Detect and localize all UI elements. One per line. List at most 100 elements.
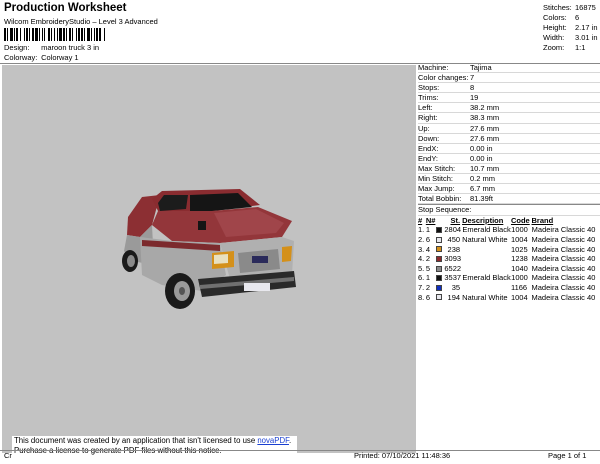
property-label: Up: [418, 123, 430, 133]
thread-brand: Madeira Classic 40 [531, 282, 596, 292]
thread-code: 1004 [510, 235, 528, 244]
stat-label: Height: [543, 23, 567, 32]
thread-code: 1040 [511, 263, 528, 273]
stitch-count: 238 [447, 244, 461, 254]
thread-brand: Madeira Classic 40 [531, 235, 596, 244]
stop-number: 1. [418, 225, 425, 235]
page-number: Page 1 of 1 [548, 451, 587, 460]
thread-description: Natural White [462, 235, 508, 244]
stop-number: 8. [418, 292, 425, 302]
printed-date: Printed: 07/10/2021 11:48:36 [354, 451, 451, 460]
stat-value: 2.17 in [575, 23, 598, 32]
property-value: 27.6 mm [470, 123, 500, 133]
color-swatch [435, 246, 442, 253]
notice-text: This document was created by an applicat… [14, 436, 258, 445]
notice-purchase-text: Purchase a license to generate PDF files… [14, 446, 297, 456]
thread-brand: Madeira Classic 40 [531, 263, 596, 273]
stop-sequence-row: 8. 6 194 Natural White 1004 Madeira Classic 4… [418, 293, 600, 303]
stop-number: 2. [418, 235, 425, 244]
stat-value: 1:1 [575, 43, 586, 52]
design-stats: Stitches: 16875 Colors: 6 Height: 2.17 in W… [543, 3, 598, 53]
property-value: 10.7 mm [470, 163, 500, 173]
stop-number: 4. [418, 254, 425, 264]
thread-code: 1238 [511, 254, 528, 264]
colorway-line: Colorway: Colorway 1 [4, 53, 79, 62]
stop-sequence-row: 7. 2 35 1166 Madeira Classic 40 [418, 283, 600, 293]
property-value: 19 [470, 93, 479, 103]
property-row: Min Stitch: 0.2 mm [418, 174, 600, 185]
stop-sequence-row: 5. 5 6522 1040 Madeira Classic 40 [418, 264, 600, 274]
design-line: Design: maroon truck 3 in [4, 43, 99, 52]
embroidery-truck-image [122, 189, 296, 309]
property-row: Down: 27.6 mm [418, 134, 600, 144]
thread-description [462, 254, 511, 264]
thread-brand: Madeira Classic 40 [531, 273, 596, 283]
needle-number: 2 [425, 254, 430, 264]
novapdf-link[interactable]: novaPDF [257, 436, 289, 445]
color-swatch [435, 275, 442, 282]
property-label: Stops: [418, 83, 440, 93]
property-row: Trims: 19 [418, 93, 600, 104]
column-header: Description [462, 215, 504, 225]
thread-code: 1000 [511, 225, 528, 235]
color-swatch [435, 294, 442, 301]
property-label: Right: [418, 113, 438, 123]
property-value: 0.00 in [470, 153, 493, 163]
column-header: N# [425, 215, 436, 225]
needle-number: 6 [425, 292, 430, 302]
needle-number: 5 [425, 263, 430, 273]
needle-number: 4 [425, 244, 430, 254]
property-row: Up: 27.6 mm [418, 124, 600, 134]
thread-code: 1025 [510, 244, 528, 254]
property-label: Max Jump: [418, 184, 455, 194]
stat-label: Zoom: [543, 43, 565, 52]
color-swatch-cell [435, 225, 445, 235]
color-swatch [435, 255, 442, 262]
property-row: EndX: 0.00 in [418, 144, 600, 154]
property-row: Right: 38.3 mm [418, 113, 600, 124]
swatch-header [436, 216, 445, 226]
property-value: 81.39ft [470, 194, 493, 204]
property-value: 38.2 mm [470, 103, 500, 113]
property-value: 38.3 mm [470, 113, 500, 123]
colorway-label: Colorway: [4, 53, 38, 62]
license-notice: This document was created by an applicat… [12, 436, 297, 460]
thread-brand: Madeira Classic 40 [531, 254, 596, 264]
stop-sequence-row: 4. 2 3093 1238 Madeira Classic 40 [418, 254, 600, 264]
stop-number: 3. [418, 244, 425, 254]
column-header: # [418, 215, 423, 225]
footer-divider [0, 450, 600, 451]
color-swatch [435, 265, 442, 272]
property-label: Machine: [418, 63, 449, 72]
property-value: Tajima [470, 63, 492, 72]
thread-description [462, 245, 511, 255]
stat-value: 16875 [575, 3, 596, 12]
software-name: Wilcom EmbroideryStudio – Level 3 Advanc… [4, 17, 158, 26]
color-swatch [435, 227, 442, 234]
property-value: 8 [470, 83, 475, 93]
property-value: 0.00 in [470, 143, 493, 153]
thread-description [462, 283, 511, 293]
property-label: Color changes: [418, 73, 469, 83]
barcode [4, 28, 162, 41]
property-label: Max Stitch: [418, 163, 456, 173]
stitch-count: 3537 [444, 273, 462, 283]
property-row: Max Stitch: 10.7 mm [418, 163, 600, 175]
thread-brand: Madeira Classic 40 [531, 292, 596, 302]
thread-code: 1004 [510, 292, 528, 302]
stop-number: 5. [418, 263, 425, 273]
stitch-count: 194 [447, 292, 461, 302]
stitch-count: 2804 [444, 225, 462, 235]
needle-number: 2 [425, 282, 430, 292]
property-label: Left: [418, 103, 433, 113]
property-value: 6.7 mm [470, 184, 496, 194]
properties-panel: Machine: Tajima Color changes: 7 Stops: 8 Trim… [418, 63, 600, 302]
worksheet-title: Production Worksheet [4, 2, 127, 14]
property-label: EndX: [418, 143, 439, 153]
color-swatch-cell [435, 273, 445, 283]
color-swatch [435, 236, 442, 243]
stitch-count: 450 [447, 235, 461, 244]
thread-description [462, 264, 511, 274]
stitch-count: 35 [451, 282, 461, 292]
stop-sequence-row: 1. 1 2804 Emerald Black 1000 Madeira Classic … [418, 225, 600, 235]
